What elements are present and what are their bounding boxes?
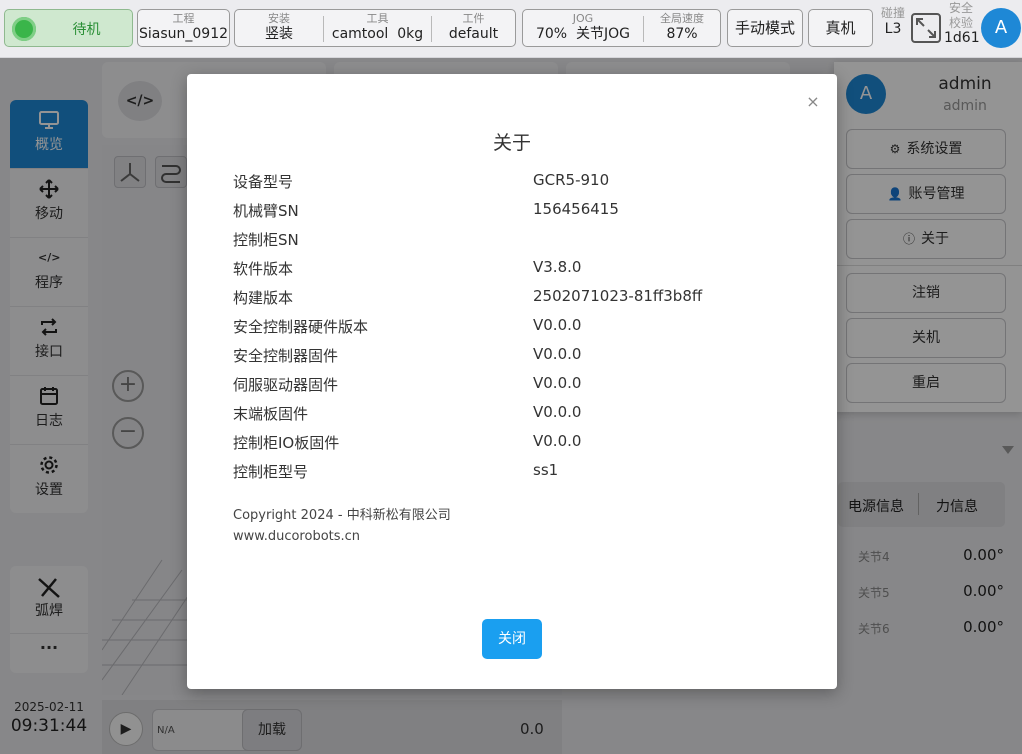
info-value: 156456415	[533, 200, 619, 218]
info-value: V3.8.0	[533, 258, 582, 276]
info-key: 安全控制器固件	[233, 347, 339, 365]
robot-status-indicator[interactable]: 待机	[4, 9, 133, 47]
info-row: 控制柜IO板固件 V0.0.0	[233, 432, 793, 461]
top-status-bar: 待机 工程 Siasun_0912 安装 竖装 工具 camtool 0kg 工…	[0, 0, 1022, 58]
collision-value: L3	[884, 21, 902, 37]
info-value: V0.0.0	[533, 316, 582, 334]
jog-percent: 70%	[535, 26, 568, 42]
info-row: 控制柜SN	[233, 229, 793, 258]
about-dialog: × 关于 设备型号 GCR5-910 机械臂SN 156456415 控制柜SN 软…	[187, 74, 837, 689]
info-key: 控制柜SN	[233, 231, 299, 249]
global-speed-label: 全局速度	[660, 12, 704, 25]
copyright-block: Copyright 2024 - 中科新松有限公司 www.ducorobots…	[233, 505, 451, 547]
close-icon[interactable]: ×	[805, 94, 821, 110]
mount-tool-workpiece-group[interactable]: 安装 竖装 工具 camtool 0kg 工件 default	[234, 9, 516, 47]
info-key: 软件版本	[233, 260, 294, 278]
safety-checksum: 1d61	[944, 30, 980, 46]
real-machine-button[interactable]: 真机	[808, 9, 873, 47]
tool-weight: 0kg	[397, 26, 424, 42]
info-row: 构建版本 2502071023-81ff3b8ff	[233, 287, 793, 316]
info-key: 控制柜型号	[233, 463, 309, 481]
info-row: 末端板固件 V0.0.0	[233, 403, 793, 432]
info-key: 构建版本	[233, 289, 294, 307]
info-key: 设备型号	[233, 173, 294, 191]
jog-label: JOG	[572, 12, 594, 25]
tool-label: 工具	[366, 12, 389, 25]
mount-label: 安装	[268, 12, 290, 25]
tool-name: camtool	[331, 26, 389, 42]
collision-label: 碰撞	[880, 6, 905, 20]
about-info-list: 设备型号 GCR5-910 机械臂SN 156456415 控制柜SN 软件版本 V3…	[233, 171, 793, 490]
workpiece-value: default	[448, 26, 499, 42]
safety-label-2: 校验	[948, 16, 973, 30]
info-row: 安全控制器硬件版本 V0.0.0	[233, 316, 793, 345]
info-key: 伺服驱动器固件	[233, 376, 339, 394]
info-value: GCR5-910	[533, 171, 610, 189]
global-speed-value: 87%	[666, 26, 698, 42]
info-row: 控制柜型号 ss1	[233, 461, 793, 490]
info-row: 安全控制器固件 V0.0.0	[233, 345, 793, 374]
workpiece-label: 工件	[462, 12, 485, 25]
info-value: V0.0.0	[533, 345, 582, 363]
status-text: 待机	[72, 22, 101, 38]
info-key: 末端板固件	[233, 405, 309, 423]
info-value: V0.0.0	[533, 374, 582, 392]
copyright-text: Copyright 2024 - 中科新松有限公司	[233, 508, 451, 523]
status-light-icon	[12, 17, 36, 41]
jog-speed-group[interactable]: JOG 70% 关节JOG 全局速度 87%	[522, 9, 721, 47]
info-row: 伺服驱动器固件 V0.0.0	[233, 374, 793, 403]
info-row: 软件版本 V3.8.0	[233, 258, 793, 287]
info-value: V0.0.0	[533, 432, 582, 450]
collision-level[interactable]: 碰撞 L3	[879, 4, 907, 37]
safety-check[interactable]: 安全 校验 1d61	[944, 1, 980, 46]
manual-mode-button[interactable]: 手动模式	[727, 9, 803, 47]
dialog-title: 关于	[492, 132, 531, 154]
info-row: 设备型号 GCR5-910	[233, 171, 793, 200]
close-dialog-button[interactable]: 关闭	[482, 619, 542, 659]
mount-value: 竖装	[265, 26, 293, 42]
info-row: 机械臂SN 156456415	[233, 200, 793, 229]
user-avatar[interactable]: A	[981, 8, 1021, 48]
fullscreen-icon[interactable]	[911, 13, 941, 43]
info-value: V0.0.0	[533, 403, 582, 421]
info-key: 安全控制器硬件版本	[233, 318, 369, 336]
website-link: www.ducorobots.cn	[233, 529, 361, 544]
info-value: 2502071023-81ff3b8ff	[533, 287, 703, 305]
info-value: ss1	[533, 461, 559, 479]
project-indicator[interactable]: 工程 Siasun_0912	[137, 9, 230, 47]
project-label: 工程	[172, 12, 195, 25]
project-value: Siasun_0912	[138, 26, 229, 42]
info-key: 控制柜IO板固件	[233, 434, 340, 452]
safety-label-1: 安全	[948, 1, 973, 15]
info-key: 机械臂SN	[233, 202, 299, 220]
jog-mode: 关节JOG	[576, 26, 631, 42]
